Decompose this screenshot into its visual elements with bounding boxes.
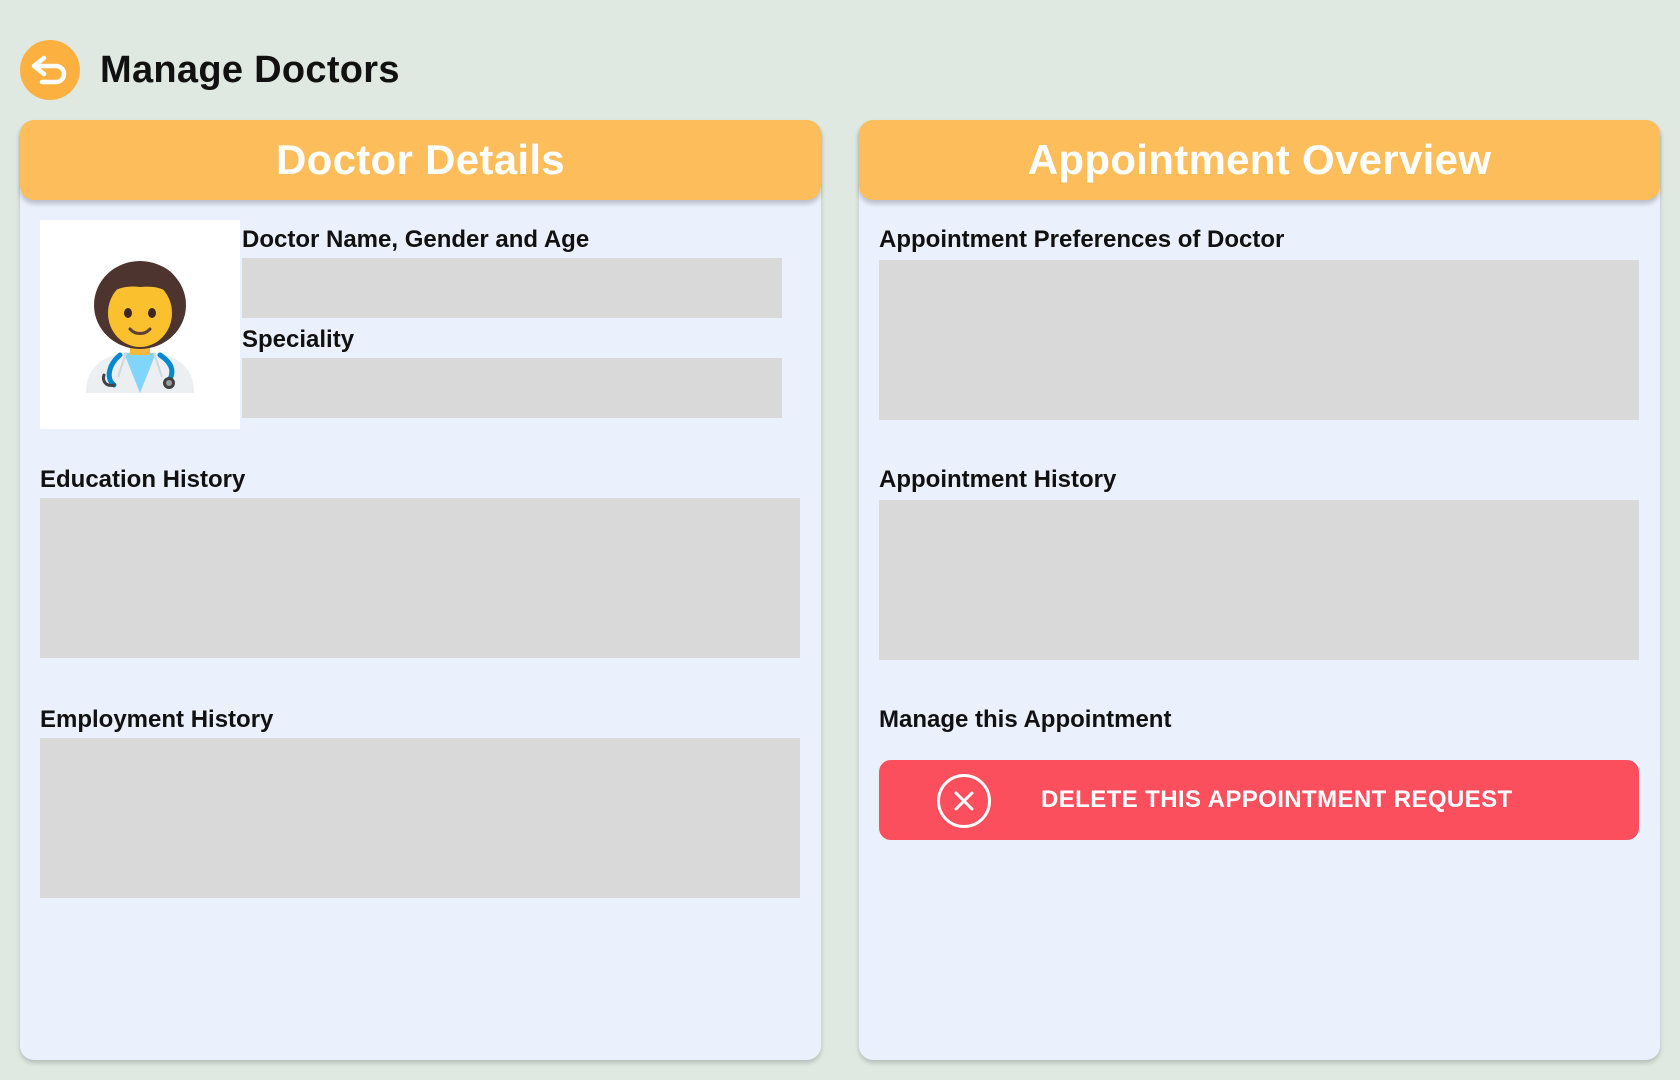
doctor-name-label: Doctor Name, Gender and Age xyxy=(242,226,590,253)
doctor-details-title: Doctor Details xyxy=(276,136,565,183)
appointment-preferences-field xyxy=(879,260,1639,420)
doctor-details-panel: Doctor Details Doctor Name, Gender and A… xyxy=(20,120,821,1060)
health-worker-emoji xyxy=(86,260,194,393)
doctor-name-field xyxy=(242,258,782,318)
page-title: Manage Doctors xyxy=(100,48,400,91)
doctor-avatar xyxy=(40,220,240,429)
appointment-history-field xyxy=(879,500,1639,660)
close-circle-icon xyxy=(937,774,991,828)
appointment-history-label: Appointment History xyxy=(879,466,1117,493)
appointment-overview-panel: Appointment Overview Appointment Prefere… xyxy=(859,120,1660,1060)
speciality-label: Speciality xyxy=(242,326,355,353)
appointment-overview-header: Appointment Overview xyxy=(859,120,1660,200)
speciality-field xyxy=(242,358,782,418)
employment-history-field xyxy=(40,738,800,898)
education-history-field xyxy=(40,498,800,658)
employment-history-label: Employment History xyxy=(40,706,274,733)
manage-appointment-label: Manage this Appointment xyxy=(879,706,1172,733)
delete-appointment-button[interactable]: DELETE THIS APPOINTMENT REQUEST xyxy=(879,760,1639,840)
back-arrow-icon xyxy=(31,55,67,85)
education-history-label: Education History xyxy=(40,466,246,493)
delete-appointment-label: DELETE THIS APPOINTMENT REQUEST xyxy=(1041,786,1513,813)
appointment-overview-title: Appointment Overview xyxy=(1027,136,1492,183)
back-button[interactable] xyxy=(20,40,80,100)
doctor-details-header: Doctor Details xyxy=(20,120,821,200)
top-bar: Manage Doctors xyxy=(20,40,400,100)
appointment-preferences-label: Appointment Preferences of Doctor xyxy=(879,226,1285,253)
